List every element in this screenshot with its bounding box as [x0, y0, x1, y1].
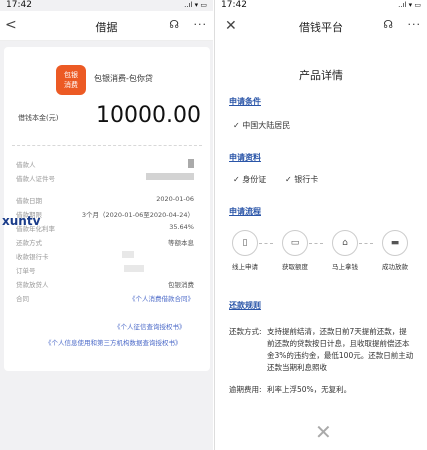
step-connector	[359, 243, 373, 244]
section-title-repayment: 还款规则	[229, 301, 261, 310]
logo-text-1: 包银	[64, 71, 78, 79]
condition-item: ✓ 中国大陆居民	[233, 121, 291, 130]
step-apply: ▯ 线上申请	[225, 230, 265, 271]
repay-method-text: 支持提前结清，还款日前7天提前还款，提前还款的贷款按日计息，且收取提前偿还本金3…	[267, 327, 414, 372]
row-loan-date: 借款日期 2020-01-06	[16, 195, 194, 206]
row-value-blurred	[188, 159, 194, 170]
section-title-materials: 申请资料	[229, 153, 261, 162]
section-title-conditions: 申请条件	[229, 97, 261, 106]
bank-icon: ⌂	[332, 230, 358, 256]
step-get-money: ⌂ 马上拿钱	[325, 230, 365, 271]
logo-text-2: 消费	[64, 81, 78, 89]
product-detail-screen: 17:42 ..ıl ▾ ▭ ✕ 借钱平台 ☊ ··· 产品详情 申请条件 ✓ …	[214, 0, 427, 450]
product-logo: 包银 消费	[56, 65, 86, 95]
card-icon: ▬	[382, 230, 408, 256]
nav-bar: ✕ 借钱平台 ☊ ···	[215, 11, 427, 41]
step-label: 线上申请	[232, 263, 258, 271]
status-icons: ..ıl ▾ ▭	[184, 1, 207, 9]
row-value-blurred	[124, 265, 144, 274]
row-value: 等额本息	[168, 239, 194, 247]
divider	[12, 145, 202, 146]
section-title-process: 申请流程	[229, 207, 261, 216]
step-label: 马上拿钱	[332, 263, 358, 271]
headset-icon[interactable]: ☊	[169, 18, 179, 31]
process-steps: ▯ 线上申请 ▭ 获取额度 ⌂ 马上拿钱 ▬ 成功放款	[225, 230, 415, 280]
row-key: 借款人	[16, 161, 36, 169]
row-key: 订单号	[16, 267, 36, 275]
row-value: 35.64%	[169, 223, 194, 231]
row-lender: 贷款放贷人 包银消费	[16, 279, 194, 290]
row-repay-method: 还款方式 等额本息	[16, 237, 194, 248]
status-icons: ..ıl ▾ ▭	[398, 1, 421, 9]
row-value-blurred	[122, 251, 134, 260]
id-card-icon: ▭	[282, 230, 308, 256]
data-auth-link[interactable]: 《个人信息使用和第三方机构数据查询授权书》	[45, 337, 182, 347]
row-key: 收款银行卡	[16, 253, 49, 261]
repay-method-label: 还款方式:	[229, 327, 262, 336]
step-connector	[309, 243, 323, 244]
material-item-card: ✓ 银行卡	[285, 175, 319, 184]
row-borrower: 借款人	[16, 159, 194, 170]
row-id-number: 借款人证件号	[16, 173, 194, 184]
amount-value: 10000.00	[96, 103, 201, 128]
row-key: 合同	[16, 295, 29, 303]
overdue-block: 逾期费用: 利率上浮50%，无复利。	[229, 384, 414, 396]
nav-bar: < 借据 ☊ ···	[0, 11, 213, 41]
product-name: 包银消费-包你贷	[94, 74, 153, 83]
row-key: 借款日期	[16, 197, 42, 205]
credit-auth-link[interactable]: 《个人征信查询授权书》	[114, 321, 186, 331]
repay-method-block: 还款方式: 支持提前结清，还款日前7天提前还款，提前还款的贷款按日计息，且收取提…	[229, 326, 414, 374]
row-contract: 合同 《个人消费借款合同》	[16, 293, 194, 304]
step-connector	[259, 243, 273, 244]
material-item-id: ✓ 身份证	[233, 175, 267, 184]
amount-label: 借钱本金(元)	[18, 114, 59, 122]
page-title: 借钱平台	[299, 21, 343, 34]
row-value: 2020-01-06	[156, 195, 194, 203]
row-value: 3个月（2020-01-06至2020-04-24）	[81, 211, 194, 219]
row-key: 贷款放贷人	[16, 281, 49, 289]
status-time: 17:42	[221, 0, 247, 10]
status-bar: 17:42 ..ıl ▾ ▭	[0, 0, 213, 11]
step-disbursed: ▬ 成功放款	[375, 230, 415, 271]
row-bank-card: 收款银行卡	[16, 251, 194, 262]
overdue-label: 逾期费用:	[229, 385, 262, 394]
phone-icon: ▯	[232, 230, 258, 256]
row-value: 包银消费	[168, 281, 194, 289]
more-icon[interactable]: ···	[194, 18, 208, 31]
watermark: xuntv	[2, 214, 41, 228]
row-key: 还款方式	[16, 239, 42, 247]
overdue-text: 利率上浮50%，无复利。	[267, 385, 352, 394]
status-time: 17:42	[6, 0, 32, 10]
step-label: 成功放款	[382, 263, 408, 271]
receipt-card: 包银 消费 包银消费-包你贷 借钱本金(元) 10000.00 借款人 借款人证…	[4, 47, 210, 371]
loan-receipt-screen: 17:42 ..ıl ▾ ▭ < 借据 ☊ ··· 包银 消费 包银消费-包你贷…	[0, 0, 213, 450]
contract-link[interactable]: 《个人消费借款合同》	[129, 293, 194, 303]
step-label: 获取额度	[282, 263, 308, 271]
row-value-blurred	[146, 173, 194, 182]
row-interest-rate: 借款年化利率 35.64%	[16, 223, 194, 234]
close-icon[interactable]: ✕	[315, 420, 332, 444]
row-key: 借款人证件号	[16, 175, 55, 183]
step-quota: ▭ 获取额度	[275, 230, 315, 271]
row-loan-term: 借款期限 3个月（2020-01-06至2020-04-24）	[16, 209, 194, 220]
row-order-number: 订单号	[16, 265, 194, 276]
product-title: 产品详情	[299, 69, 343, 82]
headset-icon[interactable]: ☊	[383, 18, 393, 31]
page-title: 借据	[95, 21, 118, 34]
status-bar: 17:42 ..ıl ▾ ▭	[215, 0, 427, 11]
more-icon[interactable]: ···	[408, 18, 422, 31]
